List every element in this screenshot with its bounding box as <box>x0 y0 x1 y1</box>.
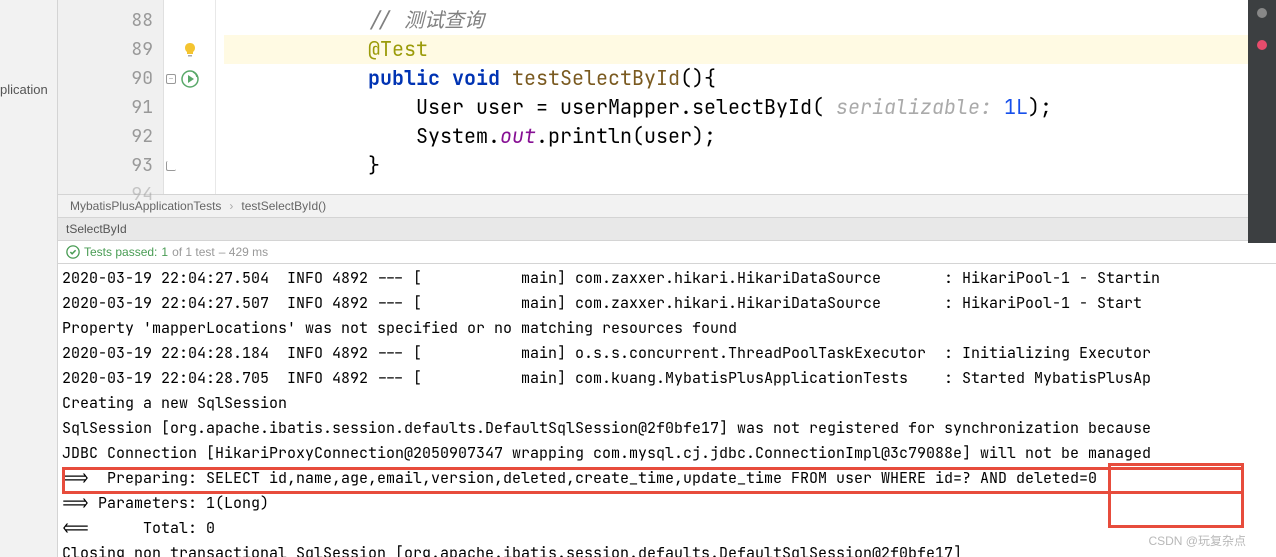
code-body[interactable]: // 测试查询 @Test public void testSelectById… <box>216 0 1276 194</box>
code-line[interactable]: System.out.println(user); <box>224 122 1276 151</box>
tests-passed-label: Tests passed: <box>84 245 157 259</box>
line-gutter: 88899091929394 <box>58 0 164 194</box>
tests-of-label: of 1 test <box>172 245 215 259</box>
code-line[interactable]: User user = userMapper.selectById( seria… <box>224 93 1276 122</box>
code-editor[interactable]: 88899091929394 − // 测试查询 @Test public vo… <box>58 0 1276 195</box>
console-line: ==> Preparing: SELECT id,name,age,email,… <box>62 466 1272 491</box>
sidebar-dot[interactable] <box>1257 8 1267 18</box>
console-line: <== Total: 0 <box>62 516 1272 541</box>
console-line: ==> Parameters: 1(Long) <box>62 491 1272 516</box>
code-line[interactable] <box>224 180 1276 209</box>
fold-end-icon[interactable] <box>166 161 176 171</box>
check-circle-icon <box>66 245 80 259</box>
tests-duration: – 429 ms <box>219 245 268 259</box>
watermark: CSDN @玩复杂点 <box>1148 532 1246 549</box>
console-line: 2020-03-19 22:04:27.507 INFO 4892 --- [ … <box>62 291 1272 316</box>
code-line[interactable]: public void testSelectById(){ <box>224 64 1276 93</box>
line-number: 94 <box>58 180 153 209</box>
console-line: 2020-03-19 22:04:28.184 INFO 4892 --- [ … <box>62 341 1272 366</box>
console-line: Closing non transactional SqlSession [or… <box>62 541 1272 557</box>
project-panel[interactable]: plication <box>0 0 58 557</box>
run-tab[interactable]: tSelectById <box>58 218 1276 241</box>
bulb-icon[interactable] <box>182 42 198 58</box>
line-number: 91 <box>58 93 153 122</box>
console-output[interactable]: 2020-03-19 22:04:27.504 INFO 4892 --- [ … <box>58 264 1276 557</box>
run-icon[interactable] <box>181 70 199 88</box>
console-line: JDBC Connection [HikariProxyConnection@2… <box>62 441 1272 466</box>
project-label: plication <box>0 82 48 97</box>
code-line[interactable]: } <box>224 151 1276 180</box>
line-number: 90 <box>58 64 153 93</box>
right-sidebar[interactable] <box>1248 0 1276 243</box>
gutter-icons: − <box>164 0 216 194</box>
console-line: 2020-03-19 22:04:28.705 INFO 4892 --- [ … <box>62 366 1272 391</box>
console-line: 2020-03-19 22:04:27.504 INFO 4892 --- [ … <box>62 266 1272 291</box>
console-line: SqlSession [org.apache.ibatis.session.de… <box>62 416 1272 441</box>
code-line[interactable]: @Test <box>224 35 1276 64</box>
fold-icon[interactable]: − <box>166 74 176 84</box>
tests-passed-count: 1 <box>161 245 168 259</box>
test-status-bar: Tests passed: 1 of 1 test – 429 ms <box>58 241 1276 264</box>
line-number: 89 <box>58 35 153 64</box>
code-line[interactable]: // 测试查询 <box>224 6 1276 35</box>
tab-label: tSelectById <box>66 222 127 236</box>
console-line: Property 'mapperLocations' was not speci… <box>62 316 1272 341</box>
line-number: 88 <box>58 6 153 35</box>
console-line: Creating a new SqlSession <box>62 391 1272 416</box>
line-number: 93 <box>58 151 153 180</box>
sidebar-dot[interactable] <box>1257 40 1267 50</box>
line-number: 92 <box>58 122 153 151</box>
